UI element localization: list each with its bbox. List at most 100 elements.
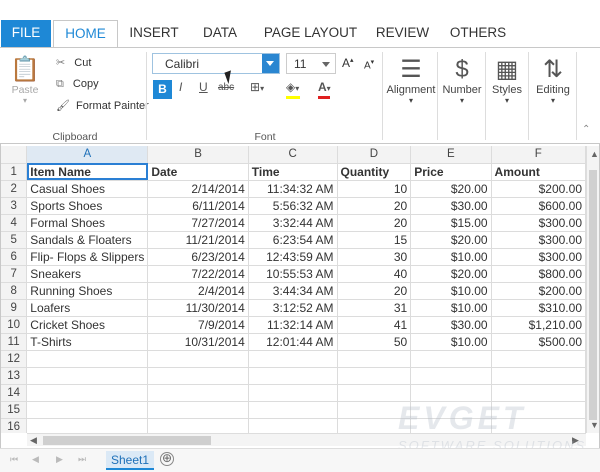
cell[interactable]: 3:44:34 AM [248, 282, 338, 300]
row-header[interactable]: 10 [1, 316, 28, 334]
tab-page-layout[interactable]: PAGE LAYOUT [258, 20, 363, 47]
row-header[interactable]: 2 [1, 180, 28, 198]
cell[interactable]: $30.00 [410, 316, 492, 334]
cell[interactable] [410, 350, 492, 368]
cell[interactable]: Running Shoes [26, 282, 149, 300]
cell[interactable]: 2/4/2014 [147, 282, 249, 300]
cell[interactable]: 41 [337, 316, 412, 334]
horizontal-scroll-thumb[interactable] [43, 436, 211, 445]
cell[interactable] [248, 384, 338, 402]
cell[interactable]: Casual Shoes [26, 180, 149, 198]
cell[interactable]: $10.00 [410, 282, 492, 300]
cell[interactable]: $300.00 [491, 231, 586, 249]
cell[interactable] [26, 401, 149, 419]
cut-button[interactable]: ✂ Cut [56, 56, 91, 69]
alignment-button[interactable]: ☰ Alignment ▾ [386, 56, 436, 105]
cell[interactable]: $20.00 [410, 265, 492, 283]
cell[interactable] [491, 367, 586, 385]
font-family-select[interactable]: Calibri [152, 53, 280, 74]
cell[interactable]: 20 [337, 282, 412, 300]
cell[interactable]: 50 [337, 333, 412, 351]
cell[interactable]: 11/30/2014 [147, 299, 249, 317]
cell[interactable]: 6/11/2014 [147, 197, 249, 215]
cell[interactable]: 3:32:44 AM [248, 214, 338, 232]
cell[interactable]: 6:23:54 AM [248, 231, 338, 249]
format-painter-button[interactable]: 🖌 Format Painter [56, 99, 149, 112]
tab-review[interactable]: REVIEW [370, 20, 435, 47]
strikethrough-button[interactable]: abc [218, 82, 234, 93]
cell[interactable] [337, 384, 412, 402]
paste-button[interactable]: 📋 Paste ▾ [8, 56, 42, 105]
cell[interactable]: Formal Shoes [26, 214, 149, 232]
cell[interactable]: $200.00 [491, 180, 586, 198]
row-header[interactable]: 7 [1, 265, 28, 283]
cell[interactable]: $300.00 [491, 214, 586, 232]
cell[interactable]: Time [248, 163, 338, 181]
vertical-scroll-thumb[interactable] [589, 170, 597, 420]
cell[interactable] [147, 350, 249, 368]
cell[interactable]: Amount [491, 163, 586, 181]
scroll-down-icon[interactable]: ▼ [590, 419, 599, 431]
row-header[interactable]: 4 [1, 214, 28, 232]
cell[interactable]: 15 [337, 231, 412, 249]
collapse-ribbon-icon[interactable]: ⌃ [582, 124, 590, 135]
vertical-scrollbar[interactable]: ▲ ▼ [586, 146, 599, 433]
cell[interactable]: Loafers [26, 299, 149, 317]
row-header[interactable]: 15 [1, 401, 28, 419]
cell[interactable]: 6/23/2014 [147, 248, 249, 266]
cell[interactable]: 30 [337, 248, 412, 266]
increase-font-icon[interactable]: A▴ [342, 56, 354, 70]
cell[interactable] [147, 401, 249, 419]
cell[interactable]: Sandals & Floaters [26, 231, 149, 249]
copy-button[interactable]: ⧉ Copy [56, 78, 99, 91]
cell[interactable]: $10.00 [410, 248, 492, 266]
decrease-font-icon[interactable]: A▾ [364, 58, 374, 71]
cell[interactable]: 7/22/2014 [147, 265, 249, 283]
cell[interactable]: $10.00 [410, 333, 492, 351]
cell[interactable]: $1,210.00 [491, 316, 586, 334]
tab-insert[interactable]: INSERT [124, 20, 184, 47]
column-header[interactable]: C [248, 146, 338, 164]
cell[interactable] [248, 350, 338, 368]
prev-sheet-icon[interactable]: ◀ [32, 454, 39, 465]
row-header[interactable]: 9 [1, 299, 28, 317]
cell[interactable]: $15.00 [410, 214, 492, 232]
column-header[interactable]: D [337, 146, 412, 164]
underline-button[interactable]: U [199, 80, 208, 94]
cell[interactable]: Sneakers [26, 265, 149, 283]
cell[interactable] [410, 367, 492, 385]
row-header[interactable]: 3 [1, 197, 28, 215]
next-sheet-icon[interactable]: ▶ [56, 454, 63, 465]
cell[interactable]: $300.00 [491, 248, 586, 266]
cell[interactable]: Cricket Shoes [26, 316, 149, 334]
row-header[interactable]: 11 [1, 333, 28, 351]
cell[interactable]: 2/14/2014 [147, 180, 249, 198]
cell[interactable] [248, 367, 338, 385]
cell[interactable]: Sports Shoes [26, 197, 149, 215]
cell[interactable]: 11:32:14 AM [248, 316, 338, 334]
cell[interactable]: $20.00 [410, 231, 492, 249]
tab-home[interactable]: HOME [53, 20, 118, 48]
cell[interactable]: 10:55:53 AM [248, 265, 338, 283]
select-all-corner[interactable] [1, 146, 28, 164]
cell[interactable]: 12:43:59 AM [248, 248, 338, 266]
cell[interactable]: $30.00 [410, 197, 492, 215]
cell[interactable]: Date [147, 163, 249, 181]
cell[interactable]: 31 [337, 299, 412, 317]
row-header[interactable]: 13 [1, 367, 28, 385]
bold-button[interactable]: B [153, 80, 172, 99]
cell[interactable]: $20.00 [410, 180, 492, 198]
cell[interactable]: Flip- Flops & Slippers [26, 248, 149, 266]
column-header[interactable]: E [410, 146, 492, 164]
column-header[interactable]: A [26, 146, 149, 164]
column-header[interactable]: F [491, 146, 586, 164]
cell[interactable]: Price [410, 163, 492, 181]
spreadsheet-grid[interactable]: A B C D E F 1 Item Name Date Time Quantity Pr… [1, 146, 586, 433]
font-size-select[interactable]: 11 [286, 53, 336, 74]
tab-data[interactable]: DATA [195, 20, 245, 47]
add-sheet-icon[interactable]: ⊕ [160, 452, 174, 466]
first-sheet-icon[interactable]: ⏮ [10, 454, 18, 465]
cell[interactable] [491, 350, 586, 368]
cell[interactable]: T-Shirts [26, 333, 149, 351]
cell[interactable]: 7/9/2014 [147, 316, 249, 334]
